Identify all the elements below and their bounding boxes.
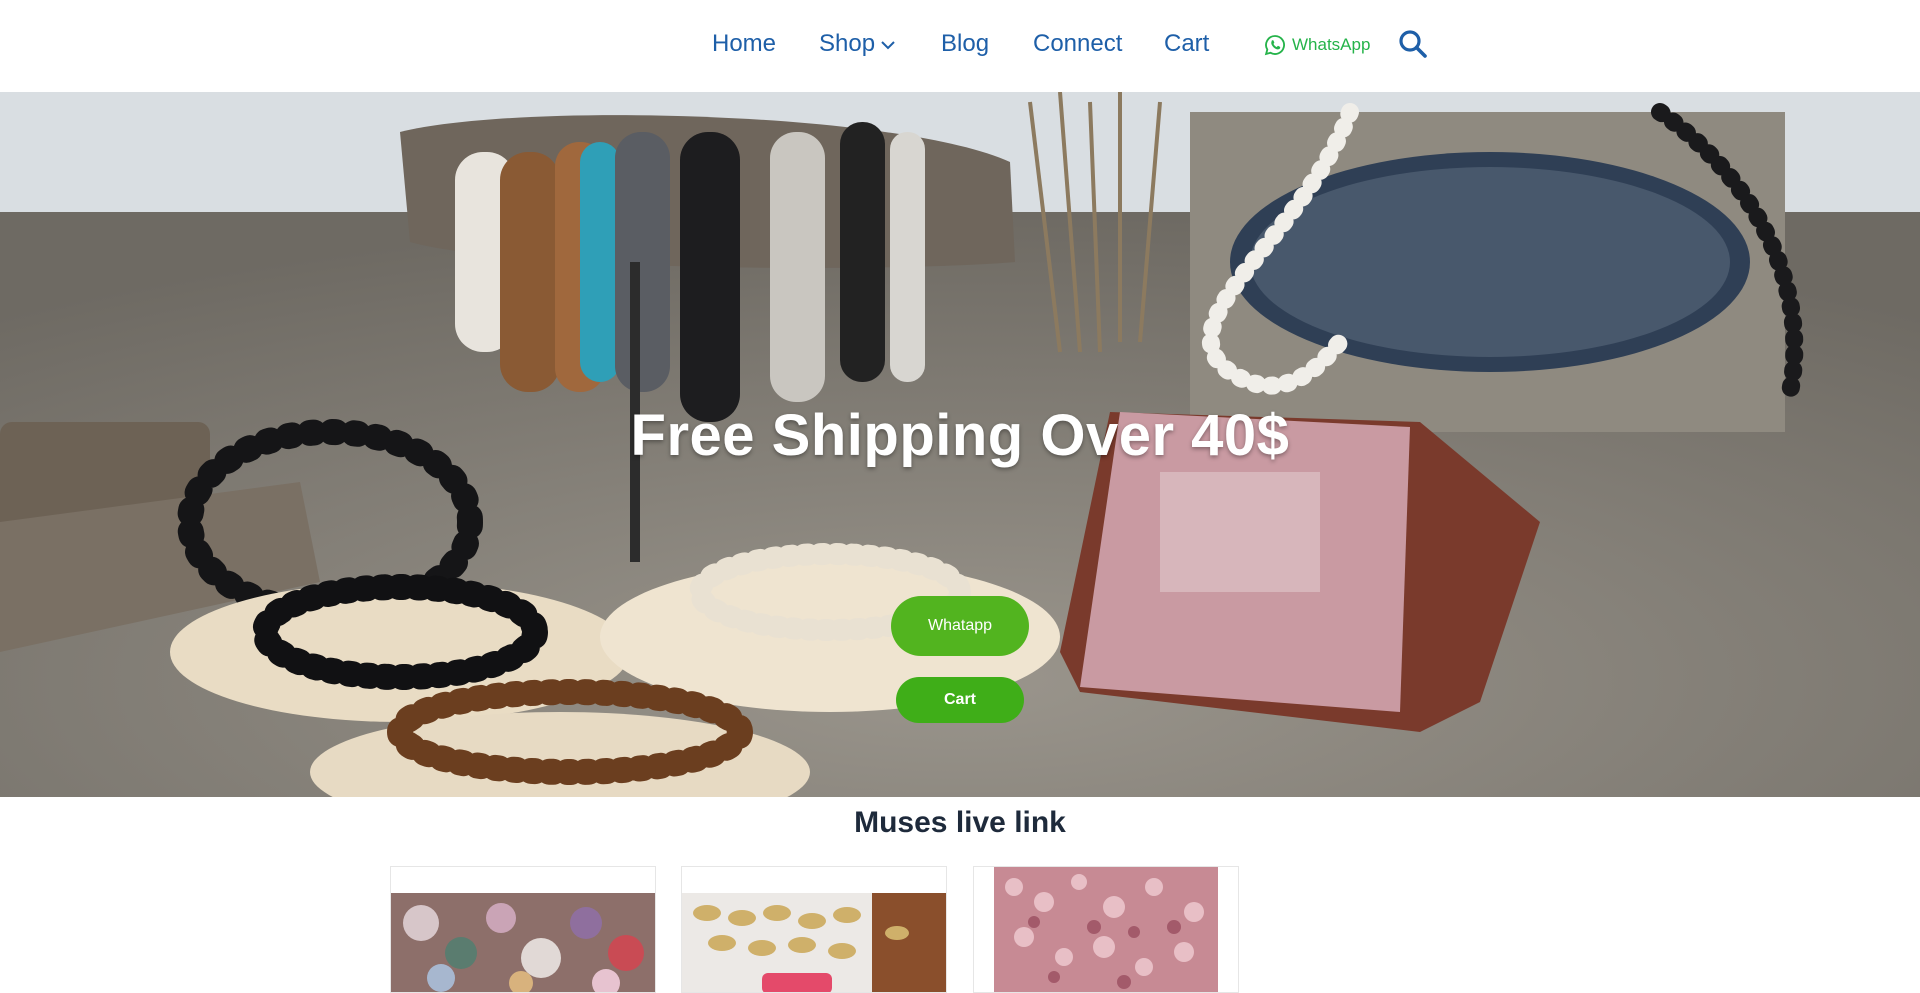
whatsapp-label: WhatsApp xyxy=(1292,35,1371,54)
search-icon[interactable] xyxy=(1398,29,1428,59)
product-image xyxy=(391,893,655,992)
nav-shop-link[interactable]: Shop xyxy=(819,28,875,60)
section-title: Muses live link xyxy=(854,806,1066,839)
main-nav: Home Shop Blog Connect Cart WhatsApp xyxy=(0,0,1920,92)
nav-home-link[interactable]: Home xyxy=(712,28,776,60)
product-card[interactable] xyxy=(681,866,947,993)
nav-blog-link[interactable]: Blog xyxy=(941,28,989,60)
whatsapp-link[interactable]: WhatsApp xyxy=(1264,33,1370,57)
hero-whatsapp-button[interactable]: Whatapp xyxy=(891,596,1029,656)
product-image xyxy=(994,867,1218,992)
chevron-down-icon[interactable] xyxy=(879,36,897,54)
nav-connect-link[interactable]: Connect xyxy=(1033,28,1122,60)
hero-cart-button[interactable]: Cart xyxy=(896,677,1024,723)
site-header: Home Shop Blog Connect Cart WhatsApp xyxy=(0,0,1920,92)
product-card[interactable] xyxy=(973,866,1239,993)
whatsapp-icon xyxy=(1264,35,1285,56)
product-card[interactable] xyxy=(390,866,656,993)
hero-banner: Free Shipping Over 40$ Whatapp Cart xyxy=(0,92,1920,797)
hero-title: Free Shipping Over 40$ xyxy=(630,403,1290,468)
product-image xyxy=(682,893,946,992)
nav-cart-link[interactable]: Cart xyxy=(1164,28,1209,60)
